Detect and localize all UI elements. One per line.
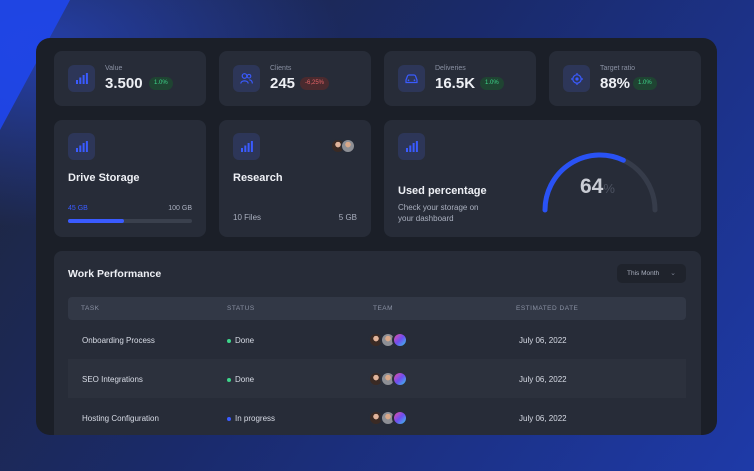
stat-card-clients[interactable]: Clients 245 -6,25% bbox=[219, 51, 371, 106]
stat-value: 88% bbox=[600, 75, 631, 92]
table-row[interactable]: Hosting Configuration In progress July 0… bbox=[68, 398, 686, 435]
status-dot bbox=[227, 377, 231, 382]
avatar bbox=[392, 410, 408, 426]
status-label: Done bbox=[235, 375, 255, 384]
card-subtitle-line1: Check your storage on bbox=[398, 203, 479, 212]
estimated-date: July 06, 2022 bbox=[519, 375, 567, 384]
stat-card-deliveries[interactable]: Deliveries 16.5K 1.0% bbox=[384, 51, 536, 106]
storage-progress-track bbox=[68, 219, 192, 223]
drive-storage-card[interactable]: Drive Storage 45 GB 100 GB bbox=[54, 120, 206, 237]
stat-change-badge: 1.0% bbox=[633, 77, 657, 90]
car-icon bbox=[398, 65, 425, 92]
stat-label: Clients bbox=[270, 65, 292, 72]
gauge-readout: 64% bbox=[580, 175, 615, 199]
status-dot bbox=[227, 416, 231, 421]
status-dot bbox=[227, 338, 231, 343]
avatar bbox=[392, 332, 408, 348]
estimated-date: July 06, 2022 bbox=[519, 414, 567, 423]
chevron-down-icon: ⌄ bbox=[670, 270, 676, 277]
bar-chart-icon bbox=[68, 65, 95, 92]
estimated-date: July 06, 2022 bbox=[519, 336, 567, 345]
column-header-estimated-date: ESTIMATED DATE bbox=[516, 305, 579, 312]
panel-title: Work Performance bbox=[68, 268, 162, 280]
gauge-value: 64 bbox=[580, 175, 604, 198]
users-icon bbox=[233, 65, 260, 92]
card-subtitle-line2: your dashboard bbox=[398, 214, 454, 223]
gauge-unit: % bbox=[603, 181, 615, 196]
avatar bbox=[341, 139, 355, 153]
column-header-status: STATUS bbox=[227, 305, 255, 312]
status-label: In progress bbox=[235, 414, 276, 423]
card-title: Drive Storage bbox=[68, 172, 140, 184]
stat-value: 16.5K bbox=[435, 75, 476, 92]
file-size: 5 GB bbox=[338, 213, 357, 222]
card-title: Used percentage bbox=[398, 185, 487, 197]
stat-label: Deliveries bbox=[435, 65, 466, 72]
stat-change-badge: -6,25% bbox=[300, 77, 330, 90]
stat-change-badge: 1.0% bbox=[480, 77, 504, 90]
task-name: Hosting Configuration bbox=[82, 414, 159, 423]
stat-label: Target ratio bbox=[600, 65, 636, 72]
task-status: Done bbox=[227, 336, 254, 345]
stat-value: 3.500 bbox=[105, 75, 143, 92]
stat-value: 245 bbox=[270, 75, 296, 92]
storage-used: 45 GB bbox=[68, 205, 88, 212]
task-status: Done bbox=[227, 375, 254, 384]
bar-chart-icon bbox=[398, 133, 425, 160]
stat-change-badge: 1.0% bbox=[149, 77, 173, 90]
card-title: Research bbox=[233, 172, 283, 184]
column-header-team: TEAM bbox=[373, 305, 394, 312]
table-row[interactable]: SEO Integrations Done July 06, 2022 bbox=[68, 359, 686, 398]
work-performance-panel: Work Performance This Month ⌄ TASK STATU… bbox=[54, 251, 701, 435]
column-header-task: TASK bbox=[81, 305, 100, 312]
task-name: Onboarding Process bbox=[82, 336, 155, 345]
target-icon bbox=[563, 65, 590, 92]
file-count: 10 Files bbox=[233, 213, 262, 222]
task-name: SEO Integrations bbox=[82, 375, 143, 384]
period-dropdown[interactable]: This Month ⌄ bbox=[617, 264, 686, 283]
table-row[interactable]: Onboarding Process Done July 06, 2022 bbox=[68, 320, 686, 359]
period-dropdown-label: This Month bbox=[627, 270, 660, 277]
storage-total: 100 GB bbox=[168, 205, 192, 212]
stat-card-target-ratio[interactable]: Target ratio 88% 1.0% bbox=[549, 51, 701, 106]
bar-chart-icon bbox=[233, 133, 260, 160]
status-label: Done bbox=[235, 336, 255, 345]
research-card[interactable]: Research 10 Files 5 GB bbox=[219, 120, 371, 237]
dashboard-window: Value 3.500 1.0% Clients 245 -6,25% Deli… bbox=[36, 38, 717, 435]
task-status: In progress bbox=[227, 414, 275, 423]
bar-chart-icon bbox=[68, 133, 95, 160]
stat-card-value[interactable]: Value 3.500 1.0% bbox=[54, 51, 206, 106]
storage-progress-fill bbox=[68, 219, 124, 223]
used-percentage-card[interactable]: Used percentage Check your storage on yo… bbox=[384, 120, 701, 237]
stat-label: Value bbox=[105, 65, 123, 72]
avatar bbox=[392, 371, 408, 387]
